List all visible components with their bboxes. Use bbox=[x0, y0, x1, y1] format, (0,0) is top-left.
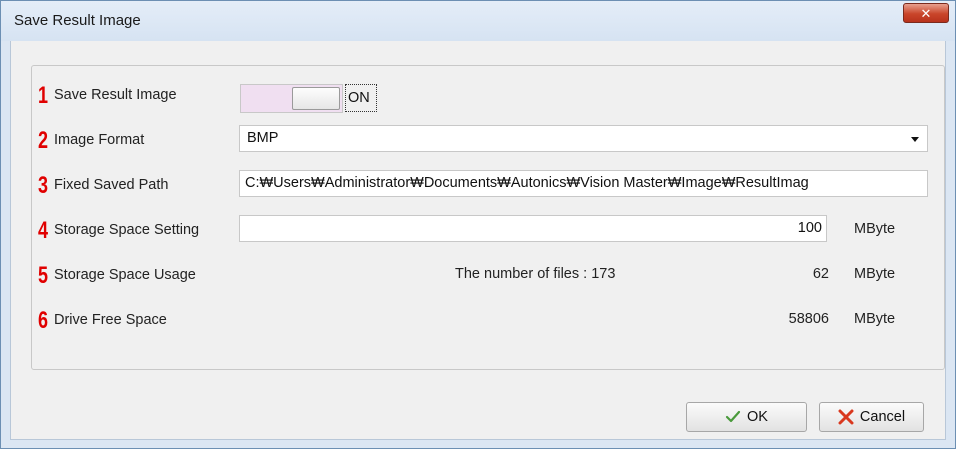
row-number: 6 bbox=[38, 307, 49, 334]
fixed-saved-path-label: Fixed Saved Path bbox=[54, 177, 169, 193]
x-icon bbox=[838, 409, 854, 425]
save-result-image-toggle[interactable] bbox=[240, 84, 343, 113]
dialog-body: 1 Save Result Image ON 2 Image Format BM… bbox=[10, 41, 946, 440]
row-number: 4 bbox=[38, 217, 49, 244]
toggle-state-label[interactable]: ON bbox=[345, 84, 377, 112]
toggle-knob[interactable] bbox=[292, 87, 340, 110]
row-number: 2 bbox=[38, 127, 49, 154]
row-number: 1 bbox=[38, 82, 49, 109]
row-drive-free-space: 6 Drive Free Space 58806 MByte bbox=[32, 305, 944, 335]
row-number: 3 bbox=[38, 172, 49, 199]
row-save-result-image: 1 Save Result Image ON bbox=[32, 80, 944, 113]
storage-space-setting-input[interactable]: 100 bbox=[239, 215, 827, 242]
save-result-image-label: Save Result Image bbox=[54, 87, 177, 103]
storage-space-usage-label: Storage Space Usage bbox=[54, 267, 196, 283]
save-result-image-dialog: Save Result Image ✕ 1 Save Result Image … bbox=[0, 0, 956, 449]
row-image-format: 2 Image Format BMP bbox=[32, 125, 944, 155]
ok-button-label: OK bbox=[747, 409, 768, 425]
image-format-select[interactable]: BMP bbox=[239, 125, 928, 152]
image-format-label: Image Format bbox=[54, 132, 145, 148]
file-count-text: The number of files : 173 bbox=[455, 266, 616, 282]
close-button[interactable]: ✕ bbox=[903, 3, 949, 23]
cancel-button[interactable]: Cancel bbox=[819, 402, 924, 432]
settings-group: 1 Save Result Image ON 2 Image Format BM… bbox=[31, 65, 945, 370]
image-format-value: BMP bbox=[247, 130, 279, 146]
row-storage-space-setting: 4 Storage Space Setting 100 MByte bbox=[32, 215, 944, 245]
cancel-button-label: Cancel bbox=[859, 409, 906, 425]
drive-free-space-value: 58806 bbox=[788, 311, 829, 327]
drive-free-space-label: Drive Free Space bbox=[54, 312, 167, 328]
drive-free-space-unit: MByte bbox=[854, 311, 896, 327]
window-title: Save Result Image bbox=[14, 12, 141, 29]
storage-space-setting-unit: MByte bbox=[854, 221, 896, 237]
checkmark-icon bbox=[725, 410, 741, 424]
storage-space-setting-label: Storage Space Setting bbox=[54, 222, 200, 238]
storage-space-usage-unit: MByte bbox=[854, 266, 896, 282]
row-number: 5 bbox=[38, 262, 49, 289]
fixed-saved-path-field[interactable]: C:₩Users₩Administrator₩Documents₩Autonic… bbox=[239, 170, 928, 197]
ok-button[interactable]: OK bbox=[686, 402, 807, 432]
row-fixed-saved-path: 3 Fixed Saved Path C:₩Users₩Administrato… bbox=[32, 170, 944, 200]
title-bar[interactable]: Save Result Image ✕ bbox=[1, 1, 955, 41]
row-storage-space-usage: 5 Storage Space Usage The number of file… bbox=[32, 260, 944, 290]
close-icon: ✕ bbox=[920, 5, 932, 21]
dropdown-arrow-icon[interactable] bbox=[911, 137, 919, 142]
storage-space-usage-value: 62 bbox=[812, 266, 829, 282]
